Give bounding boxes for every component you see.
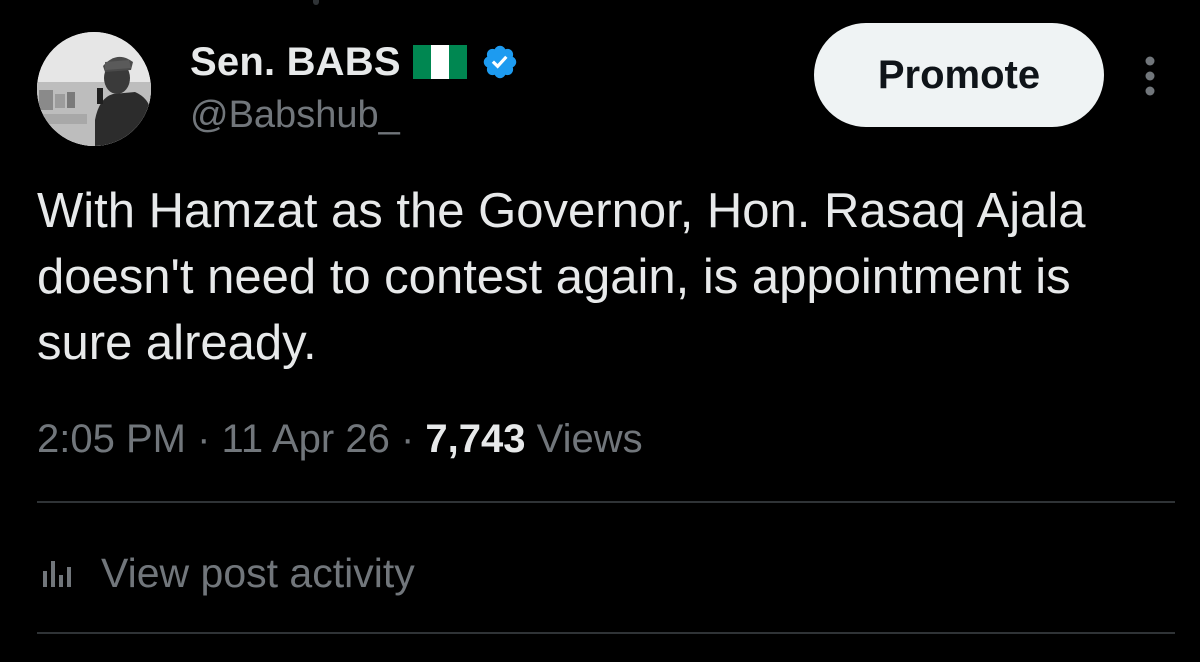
- divider: [37, 501, 1175, 503]
- view-post-activity-link[interactable]: View post activity: [37, 545, 415, 601]
- author-name-row[interactable]: Sen. BABS: [190, 38, 519, 86]
- tweet-text: With Hamzat as the Governor, Hon. Rasaq …: [37, 184, 1086, 370]
- author-display-name[interactable]: Sen. BABS: [190, 38, 401, 86]
- more-vertical-icon[interactable]: [1137, 52, 1163, 100]
- avatar[interactable]: [37, 32, 151, 146]
- bar-chart-icon: [37, 555, 91, 591]
- views-label: Views: [536, 417, 643, 461]
- views-count: 7,743: [425, 417, 526, 461]
- tweet-date[interactable]: 11 Apr 26: [222, 417, 390, 461]
- verified-badge-icon[interactable]: [481, 43, 519, 81]
- author-handle[interactable]: @Babshub_: [190, 92, 400, 138]
- divider: [37, 632, 1175, 634]
- view-post-activity-label[interactable]: View post activity: [101, 545, 415, 601]
- nigeria-flag-icon: [412, 45, 467, 79]
- avatar-photo: [37, 32, 151, 146]
- meta-separator: ·: [197, 417, 211, 461]
- promote-button[interactable]: Promote: [814, 23, 1104, 127]
- meta-separator: ·: [400, 417, 415, 461]
- tweet-meta: 2:05 PM · 11 Apr 26 · 7,743 Views: [37, 414, 643, 464]
- tweet-time[interactable]: 2:05 PM: [37, 417, 186, 461]
- top-thread-indicator: [313, 0, 319, 5]
